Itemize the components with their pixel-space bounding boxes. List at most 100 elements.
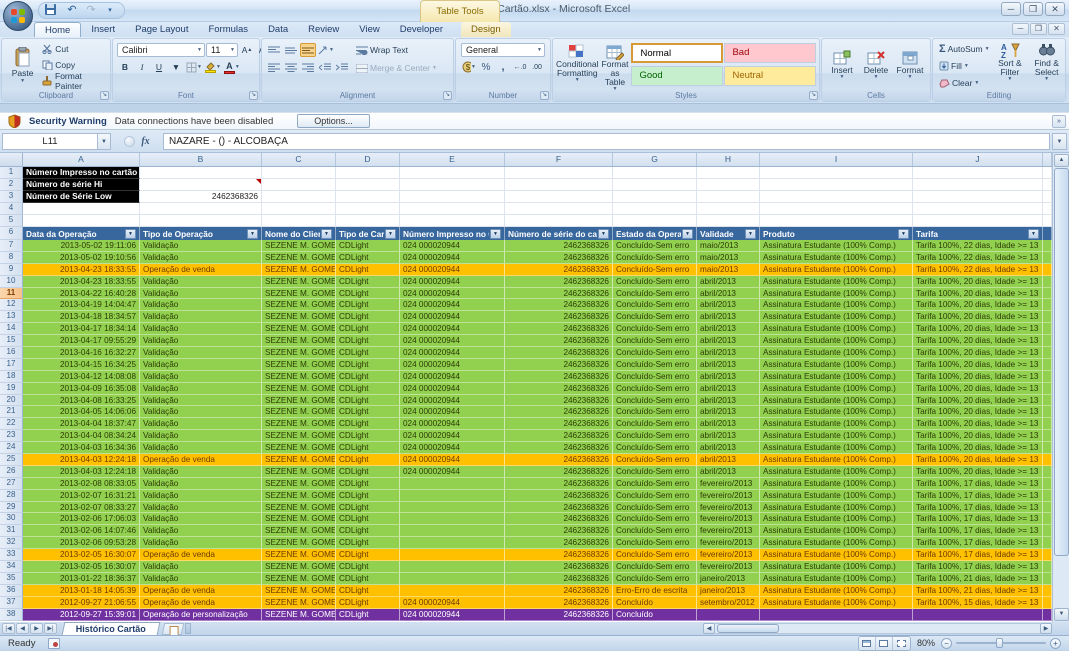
last-sheet-icon[interactable]: ▶| bbox=[44, 623, 57, 634]
column-header-B[interactable]: B bbox=[140, 153, 262, 166]
cell-C19[interactable]: SEZENE M. GOMES bbox=[262, 383, 336, 395]
insert-worksheet-icon[interactable] bbox=[162, 623, 185, 635]
cell-H12[interactable]: abril/2013 bbox=[697, 299, 760, 311]
cell-G35[interactable]: Concluído-Sem erro bbox=[613, 573, 697, 585]
cell-F32[interactable]: 2462368326 bbox=[505, 537, 613, 549]
cell-F35[interactable]: 2462368326 bbox=[505, 573, 613, 585]
row-header-5[interactable]: 5 bbox=[0, 215, 23, 227]
accounting-format-icon[interactable]: $▼ bbox=[461, 60, 477, 74]
cell-J7[interactable]: Tarifa 100%, 22 dias, Idade >= 13 bbox=[913, 240, 1043, 252]
cell-I19[interactable]: Assinatura Estudante (100% Comp.) bbox=[760, 383, 913, 395]
cell-A9[interactable]: 2013-04-23 18:33:55 bbox=[23, 264, 140, 276]
cell-B23[interactable]: Validação bbox=[140, 430, 262, 442]
cell-F1[interactable] bbox=[505, 167, 613, 179]
cell-H22[interactable]: abril/2013 bbox=[697, 418, 760, 430]
cell-G3[interactable] bbox=[613, 191, 697, 203]
row-header-7[interactable]: 7 bbox=[0, 240, 23, 252]
cell-A26[interactable]: 2013-04-03 12:24:18 bbox=[23, 466, 140, 478]
cell-B8[interactable]: Validação bbox=[140, 252, 262, 264]
cell-A14[interactable]: 2013-04-17 18:34:14 bbox=[23, 323, 140, 335]
filter-dropdown-icon[interactable]: ▼ bbox=[682, 229, 693, 239]
cell-H1[interactable] bbox=[697, 167, 760, 179]
cell-J22[interactable]: Tarifa 100%, 20 dias, Idade >= 13 bbox=[913, 418, 1043, 430]
sort-filter-button[interactable]: AZ Sort & Filter▼ bbox=[994, 42, 1027, 94]
cell-D32[interactable]: CDLight bbox=[336, 537, 400, 549]
close-button[interactable]: ✕ bbox=[1045, 2, 1065, 16]
cell-G27[interactable]: Concluído-Sem erro bbox=[613, 478, 697, 490]
cell-J13[interactable]: Tarifa 100%, 20 dias, Idade >= 13 bbox=[913, 311, 1043, 323]
vertical-scroll-thumb[interactable] bbox=[1054, 168, 1069, 556]
cell-A15[interactable]: 2013-04-17 09:55:29 bbox=[23, 335, 140, 347]
cell-A31[interactable]: 2013-02-06 14:07:46 bbox=[23, 525, 140, 537]
cell-E22[interactable]: 024 000020944 bbox=[400, 418, 505, 430]
cell-E18[interactable]: 024 000020944 bbox=[400, 371, 505, 383]
cell-A27[interactable]: 2013-02-08 08:33:05 bbox=[23, 478, 140, 490]
filter-dropdown-icon[interactable]: ▼ bbox=[898, 229, 909, 239]
cell-E17[interactable]: 024 000020944 bbox=[400, 359, 505, 371]
column-header-F[interactable]: F bbox=[505, 153, 613, 166]
filter-dropdown-icon[interactable]: ▼ bbox=[745, 229, 756, 239]
scroll-right-icon[interactable]: ▶ bbox=[1040, 623, 1052, 634]
cell-A38[interactable]: 2012-09-27 15:39:01 bbox=[23, 609, 140, 621]
cell-J19[interactable]: Tarifa 100%, 20 dias, Idade >= 13 bbox=[913, 383, 1043, 395]
zoom-in-icon[interactable]: + bbox=[1050, 638, 1061, 649]
cell-I12[interactable]: Assinatura Estudante (100% Comp.) bbox=[760, 299, 913, 311]
cell-D4[interactable] bbox=[336, 203, 400, 215]
cell-F7[interactable]: 2462368326 bbox=[505, 240, 613, 252]
cell-E34[interactable] bbox=[400, 561, 505, 573]
cell-H9[interactable]: maio/2013 bbox=[697, 264, 760, 276]
fill-color-button[interactable]: ▼ bbox=[204, 60, 222, 74]
cell-D36[interactable]: CDLight bbox=[336, 585, 400, 597]
row-header-38[interactable]: 38 bbox=[0, 609, 23, 621]
cell-D37[interactable]: CDLight bbox=[336, 597, 400, 609]
cell-H11[interactable]: abril/2013 bbox=[697, 288, 760, 300]
cell-C36[interactable]: SEZENE M. GOMES bbox=[262, 585, 336, 597]
cell-C3[interactable] bbox=[262, 191, 336, 203]
cell-H35[interactable]: janeiro/2013 bbox=[697, 573, 760, 585]
cell-E37[interactable]: 024 000020944 bbox=[400, 597, 505, 609]
cell-E24[interactable]: 024 000020944 bbox=[400, 442, 505, 454]
cell-C16[interactable]: SEZENE M. GOMES bbox=[262, 347, 336, 359]
cell-F4[interactable] bbox=[505, 203, 613, 215]
cell-G36[interactable]: Erro-Erro de escrita bbox=[613, 585, 697, 597]
cell-D13[interactable]: CDLight bbox=[336, 311, 400, 323]
cell-G7[interactable]: Concluído-Sem erro bbox=[613, 240, 697, 252]
cell-G19[interactable]: Concluído-Sem erro bbox=[613, 383, 697, 395]
cell-E29[interactable] bbox=[400, 502, 505, 514]
align-center-icon[interactable] bbox=[283, 60, 299, 74]
align-left-icon[interactable] bbox=[266, 60, 282, 74]
cell-B16[interactable]: Validação bbox=[140, 347, 262, 359]
cell-J14[interactable]: Tarifa 100%, 20 dias, Idade >= 13 bbox=[913, 323, 1043, 335]
orientation-icon[interactable]: ▼ bbox=[317, 43, 335, 57]
cell-J37[interactable]: Tarifa 100%, 15 dias, Idade >= 13 bbox=[913, 597, 1043, 609]
cell-F33[interactable]: 2462368326 bbox=[505, 549, 613, 561]
cell-B31[interactable]: Validação bbox=[140, 525, 262, 537]
cell-G5[interactable] bbox=[613, 215, 697, 227]
cell-B38[interactable]: Operação de personalização bbox=[140, 609, 262, 621]
cell-B28[interactable]: Validação bbox=[140, 490, 262, 502]
cell-G16[interactable]: Concluído-Sem erro bbox=[613, 347, 697, 359]
cell-F22[interactable]: 2462368326 bbox=[505, 418, 613, 430]
cell-F15[interactable]: 2462368326 bbox=[505, 335, 613, 347]
row-header-25[interactable]: 25 bbox=[0, 454, 23, 466]
styles-dialog-launcher[interactable]: ↘ bbox=[809, 91, 818, 100]
cell-G38[interactable]: Concluído bbox=[613, 609, 697, 621]
cell-H36[interactable]: janeiro/2013 bbox=[697, 585, 760, 597]
cell-D28[interactable]: CDLight bbox=[336, 490, 400, 502]
cell-C28[interactable]: SEZENE M. GOMES bbox=[262, 490, 336, 502]
paste-button[interactable]: Paste▼ bbox=[5, 39, 40, 91]
cell-C10[interactable]: SEZENE M. GOMES bbox=[262, 276, 336, 288]
cell-G23[interactable]: Concluído-Sem erro bbox=[613, 430, 697, 442]
cell-B5[interactable] bbox=[140, 215, 262, 227]
cell-J30[interactable]: Tarifa 100%, 17 dias, Idade >= 13 bbox=[913, 513, 1043, 525]
cell-A28[interactable]: 2013-02-07 16:31:21 bbox=[23, 490, 140, 502]
format-cells-button[interactable]: Format▼ bbox=[893, 40, 927, 90]
cell-E20[interactable]: 024 000020944 bbox=[400, 395, 505, 407]
cell-F37[interactable]: 2462368326 bbox=[505, 597, 613, 609]
macro-record-icon[interactable] bbox=[48, 638, 60, 649]
cell-D7[interactable]: CDLight bbox=[336, 240, 400, 252]
alignment-dialog-launcher[interactable]: ↘ bbox=[443, 91, 452, 100]
cell-F28[interactable]: 2462368326 bbox=[505, 490, 613, 502]
cell-E36[interactable] bbox=[400, 585, 505, 597]
align-middle-icon[interactable] bbox=[283, 43, 299, 57]
